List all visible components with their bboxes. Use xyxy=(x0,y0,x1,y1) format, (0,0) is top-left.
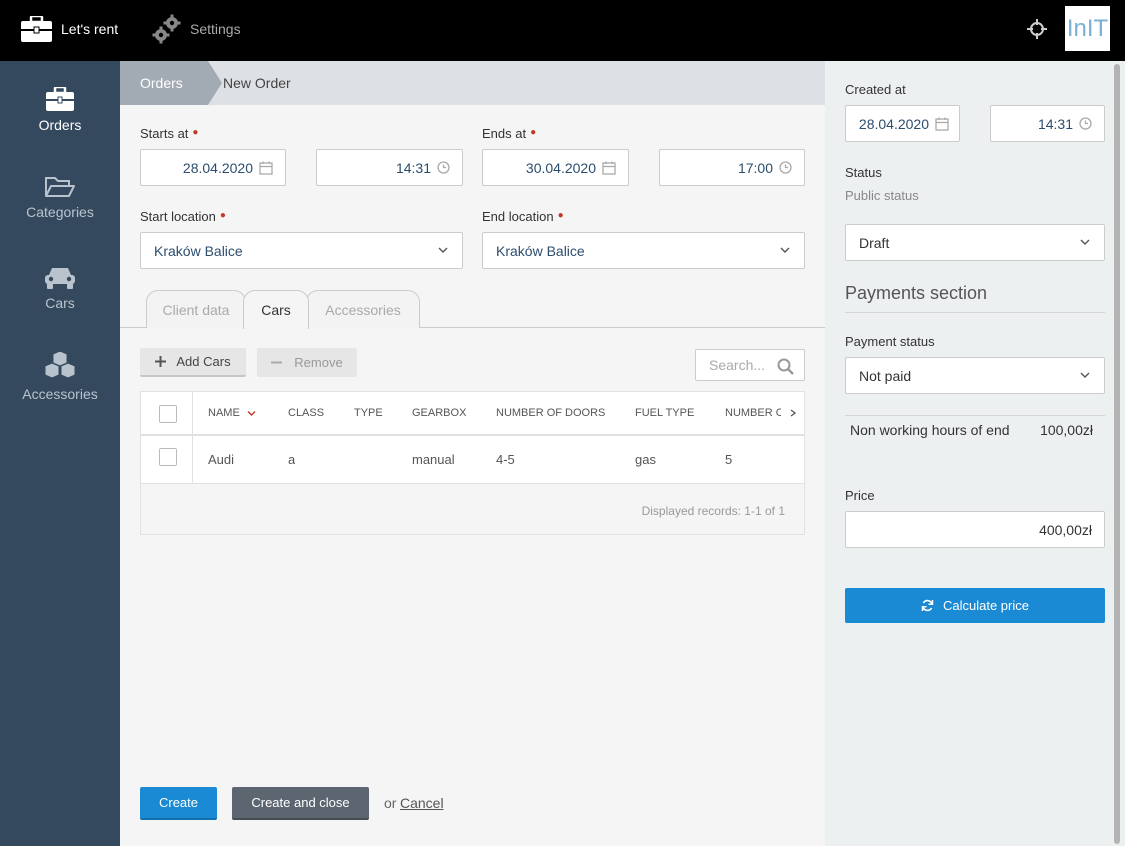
sort-desc-icon xyxy=(247,410,256,416)
public-status-label: Public status xyxy=(845,188,919,203)
folder-open-icon xyxy=(45,177,75,197)
cell-fuel: gas xyxy=(635,452,656,467)
sidebar-item-label: Orders xyxy=(38,117,82,133)
cell-number: 5 xyxy=(725,452,733,467)
chevron-right-icon[interactable] xyxy=(790,409,796,417)
sidebar-item-label: Cars xyxy=(45,295,75,311)
divider xyxy=(845,415,1105,416)
clock-icon xyxy=(779,161,792,174)
column-header-name[interactable]: NAME xyxy=(208,392,256,434)
order-summary-panel: Created at 28.04.2020 14:31 Status Publi… xyxy=(825,61,1125,846)
sidebar: Orders Categories Cars Accessories xyxy=(0,61,120,846)
sidebar-item-orders[interactable]: Orders xyxy=(0,87,120,133)
payment-status-label: Payment status xyxy=(845,334,935,349)
briefcase-icon xyxy=(21,16,52,42)
breadcrumb: Orders New Order xyxy=(120,61,825,105)
gears-icon xyxy=(152,14,181,44)
end-time-field[interactable]: 17:00 xyxy=(659,149,805,186)
tab-bar: Client data Cars Accessories xyxy=(120,290,825,329)
breadcrumb-current: New Order xyxy=(223,75,291,91)
cell-class: a xyxy=(288,452,296,467)
briefcase-icon xyxy=(46,87,74,111)
chevron-down-icon xyxy=(1080,372,1090,378)
create-button[interactable]: Create xyxy=(140,787,217,820)
scrollbar[interactable] xyxy=(1114,64,1120,844)
table-row[interactable]: Audi a manual 4-5 gas 5 xyxy=(141,436,804,484)
end-location-select[interactable]: Kraków Balice xyxy=(482,232,805,269)
settings-label: Settings xyxy=(190,21,241,37)
minus-icon xyxy=(271,361,283,364)
start-time-field[interactable]: 14:31 xyxy=(316,149,463,186)
tab-client-data[interactable]: Client data xyxy=(146,290,246,328)
app-name: Let's rent xyxy=(61,21,119,37)
tab-accessories[interactable]: Accessories xyxy=(306,290,420,328)
plus-icon xyxy=(155,356,167,367)
breadcrumb-orders[interactable]: Orders xyxy=(120,61,222,105)
created-time-field[interactable]: 14:31 xyxy=(990,105,1105,142)
records-count: Displayed records: 1-1 of 1 xyxy=(641,504,785,518)
sidebar-item-categories[interactable]: Categories xyxy=(0,176,120,220)
cell-name: Audi xyxy=(208,452,235,467)
calendar-icon xyxy=(935,117,949,131)
remove-button[interactable]: Remove xyxy=(257,348,357,377)
cell-gearbox: manual xyxy=(412,452,455,467)
tab-cars[interactable]: Cars xyxy=(243,290,309,329)
calendar-icon xyxy=(259,161,273,175)
column-header-doors[interactable]: NUMBER OF DOORS xyxy=(496,392,605,434)
add-cars-button[interactable]: Add Cars xyxy=(140,348,246,377)
starts-at-label: Starts at ● xyxy=(140,126,199,141)
grid-header: NAME CLASS TYPE GEARBOX NUMBER OF DOORS … xyxy=(141,392,804,436)
create-and-close-button[interactable]: Create and close xyxy=(232,787,369,820)
chevron-down-icon xyxy=(438,247,448,253)
fee-label: Non working hours of end xyxy=(850,422,1010,438)
or-text: or xyxy=(384,795,397,811)
price-field[interactable]: 400,00zł xyxy=(845,511,1105,548)
cubes-icon xyxy=(44,352,76,379)
payment-status-select[interactable]: Not paid xyxy=(845,357,1105,394)
cell-doors: 4-5 xyxy=(496,452,515,467)
end-location-label: End location ● xyxy=(482,209,564,224)
sidebar-item-accessories[interactable]: Accessories xyxy=(0,352,120,402)
column-header-fuel[interactable]: FUEL TYPE xyxy=(635,392,694,434)
main-content: Orders New Order Starts at ● 28.04.2020 1… xyxy=(120,61,825,846)
company-logo: InIT xyxy=(1065,6,1110,51)
chevron-down-icon xyxy=(780,247,790,253)
column-header-class[interactable]: CLASS xyxy=(288,392,324,434)
price-label: Price xyxy=(845,488,875,503)
search-input[interactable]: Search... xyxy=(695,349,805,381)
crosshair-icon[interactable] xyxy=(1026,18,1048,40)
sidebar-item-label: Accessories xyxy=(22,386,98,402)
cancel-link[interactable]: Cancel xyxy=(400,795,444,811)
cars-grid: NAME CLASS TYPE GEARBOX NUMBER OF DOORS … xyxy=(140,391,805,535)
fee-value: 100,00zł xyxy=(1040,422,1093,438)
calculate-price-button[interactable]: Calculate price xyxy=(845,588,1105,623)
calendar-icon xyxy=(602,161,616,175)
end-date-field[interactable]: 30.04.2020 xyxy=(482,149,629,186)
settings-menu[interactable]: Settings xyxy=(152,14,241,44)
sidebar-item-label: Categories xyxy=(26,204,94,220)
start-date-field[interactable]: 28.04.2020 xyxy=(140,149,286,186)
ends-at-label: Ends at ● xyxy=(482,126,537,141)
column-header-number[interactable]: NUMBER O xyxy=(725,392,781,434)
chevron-down-icon xyxy=(1080,239,1090,245)
created-at-label: Created at xyxy=(845,82,906,97)
car-icon xyxy=(45,268,75,289)
top-bar: Let's rent Settings InIT xyxy=(0,0,1125,61)
search-icon xyxy=(777,358,794,375)
clock-icon xyxy=(1079,117,1092,130)
column-header-type[interactable]: TYPE xyxy=(354,392,383,434)
column-header-gearbox[interactable]: GEARBOX xyxy=(412,392,466,434)
row-checkbox[interactable] xyxy=(159,448,177,466)
created-date-field[interactable]: 28.04.2020 xyxy=(845,105,960,142)
status-select[interactable]: Draft xyxy=(845,224,1105,261)
app-brand[interactable]: Let's rent xyxy=(21,14,118,44)
clock-icon xyxy=(437,161,450,174)
payments-section-title: Payments section xyxy=(845,283,1105,313)
refresh-icon xyxy=(921,599,934,612)
sidebar-item-cars[interactable]: Cars xyxy=(0,265,120,311)
status-label: Status xyxy=(845,165,882,180)
start-location-select[interactable]: Kraków Balice xyxy=(140,232,463,269)
select-all-checkbox[interactable] xyxy=(159,405,177,423)
start-location-label: Start location ● xyxy=(140,209,226,224)
